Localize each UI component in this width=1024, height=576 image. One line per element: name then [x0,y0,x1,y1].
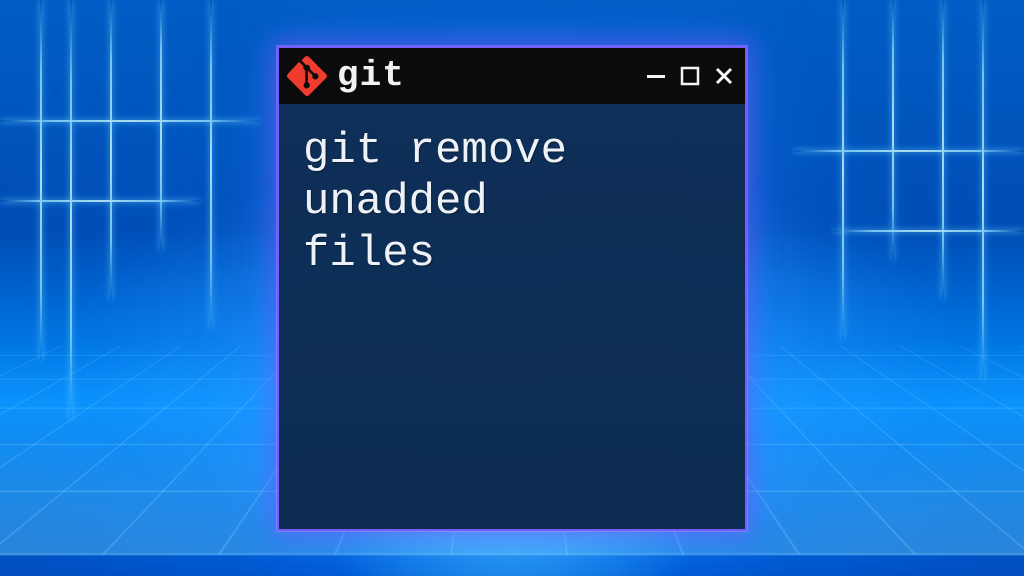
window-controls [645,65,735,87]
minimize-button[interactable] [645,65,667,87]
terminal-body[interactable]: git remove unadded files [279,104,745,529]
maximize-icon [679,65,701,87]
minimize-icon [645,65,667,87]
git-logo-icon [287,56,327,96]
close-button[interactable] [713,65,735,87]
terminal-content: git remove unadded files [303,126,721,282]
window-title: git [337,55,405,96]
close-icon [713,65,735,87]
titlebar[interactable]: git [279,48,745,104]
terminal-window: git git remove unadded files [277,46,747,531]
maximize-button[interactable] [679,65,701,87]
